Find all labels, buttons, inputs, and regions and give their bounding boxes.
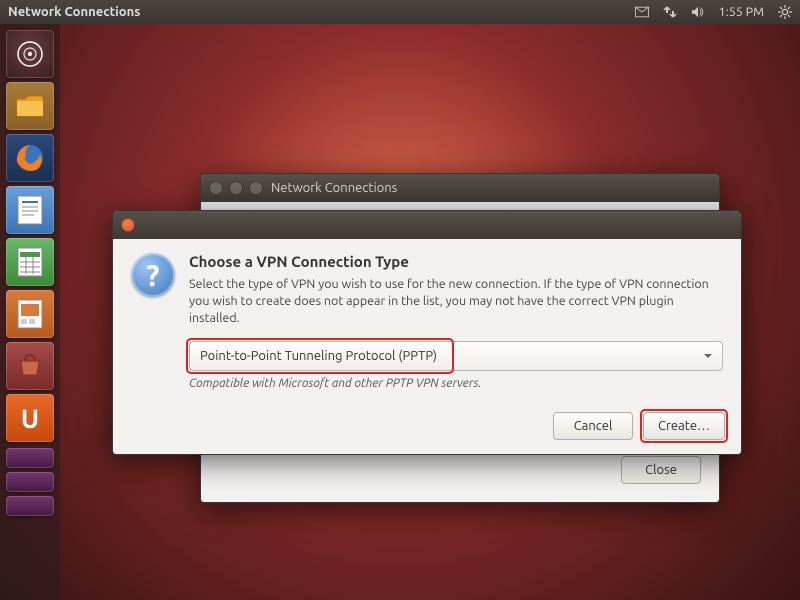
launcher-calc[interactable] <box>6 238 54 286</box>
mail-icon[interactable] <box>635 5 649 19</box>
create-button[interactable]: Create… <box>643 412 725 440</box>
maximize-icon[interactable] <box>249 181 263 195</box>
launcher-impress[interactable] <box>6 290 54 338</box>
launcher: U <box>0 24 60 600</box>
launcher-firefox[interactable] <box>6 134 54 182</box>
vpn-type-selected: Point-to-Point Tunneling Protocol (PPTP) <box>200 349 437 363</box>
window-buttons <box>209 181 263 195</box>
launcher-dash[interactable] <box>6 30 54 78</box>
dialog-titlebar[interactable] <box>113 211 741 239</box>
launcher-files[interactable] <box>6 82 54 130</box>
vpn-type-combo[interactable]: Point-to-Point Tunneling Protocol (PPTP) <box>189 341 723 371</box>
gear-icon[interactable] <box>778 5 792 19</box>
vpn-type-dialog: ? Choose a VPN Connection Type Select th… <box>112 210 742 455</box>
launcher-workspace-stack[interactable] <box>6 448 54 468</box>
dialog-heading: Choose a VPN Connection Type <box>189 253 723 270</box>
close-icon[interactable] <box>121 218 135 232</box>
question-icon: ? <box>131 253 175 297</box>
window-title: Network Connections <box>271 181 397 195</box>
clock[interactable]: 1:55 PM <box>719 5 764 19</box>
active-window-title: Network Connections <box>8 5 635 19</box>
dialog-description: Select the type of VPN you wish to use f… <box>189 276 723 327</box>
window-titlebar[interactable]: Network Connections <box>201 174 719 202</box>
indicator-area: 1:55 PM <box>635 5 792 19</box>
cancel-button[interactable]: Cancel <box>553 412 633 440</box>
network-icon[interactable] <box>663 5 677 19</box>
minimize-icon[interactable] <box>229 181 243 195</box>
launcher-ubuntu-one[interactable]: U <box>6 394 54 442</box>
volume-icon[interactable] <box>691 5 705 19</box>
top-panel: Network Connections 1:55 PM <box>0 0 800 24</box>
launcher-workspace-stack[interactable] <box>6 472 54 492</box>
window-buttons <box>121 218 135 232</box>
close-icon[interactable] <box>209 181 223 195</box>
launcher-writer[interactable] <box>6 186 54 234</box>
launcher-workspace-stack[interactable] <box>6 496 54 516</box>
close-button[interactable]: Close <box>621 456 701 484</box>
launcher-software-center[interactable] <box>6 342 54 390</box>
vpn-compat-note: Compatible with Microsoft and other PPTP… <box>189 377 723 390</box>
